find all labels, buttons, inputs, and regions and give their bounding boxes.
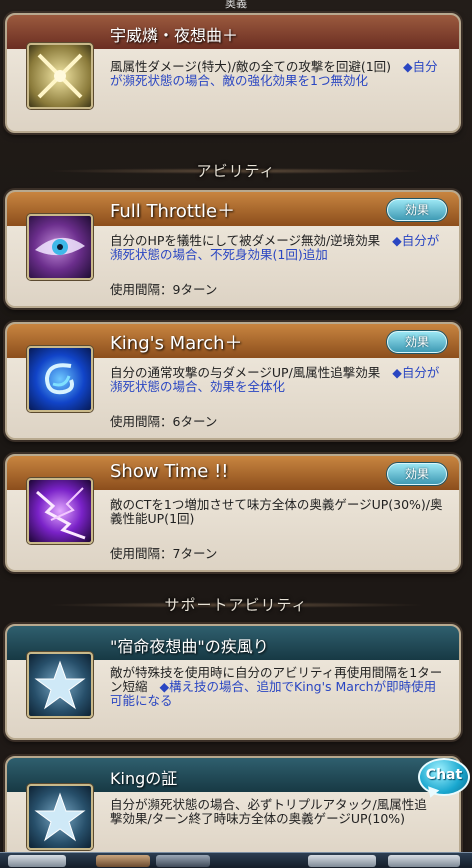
support-title: "宿命夜想曲"の疾風り [110,637,269,656]
top-section-label: 奥義 [225,0,247,10]
ability-description: 自分の通常攻撃の与ダメージUP/風属性追撃効果 ◆自分が瀕死状態の場合、効果を全… [110,366,445,394]
blue-swirl-icon [27,346,93,412]
effect-button[interactable]: 効果 [387,463,447,485]
bottom-nav-button[interactable] [388,855,460,867]
bottom-nav-avatar[interactable] [96,855,150,867]
support-description: 自分が瀕死状態の場合、必ずトリプルアタック/風属性追撃効果/ターン終了時味方全体… [110,798,429,826]
ability-title: Full Throttle＋ [110,201,236,222]
effect-button[interactable]: 効果 [387,199,447,221]
ougi-description: 風属性ダメージ(特大)/敵の全ての攻撃を回避(1回) ◆自分が瀕死状態の場合、敵… [110,60,445,88]
ability-description: 自分のHPを犠牲にして被ダメージ無効/逆境効果 ◆自分が瀕死状態の場合、不死身効… [110,234,445,262]
star-icon [27,784,93,850]
ougi-title: 宇威燐・夜想曲＋ [110,26,239,45]
bottom-nav-button[interactable] [308,855,376,867]
ability-desc-text: 自分の通常攻撃の与ダメージUP/風属性追撃効果 [110,365,381,380]
ougi-card[interactable]: 宇威燐・夜想曲＋ 風属性ダメージ(特大)/敵の全ての攻撃を回避(1回) ◆自分が… [5,13,461,133]
star-icon [27,652,93,718]
ability-card-kings-march[interactable]: King's March＋ 効果 自分の通常攻撃の与ダメージUP/風属性追撃効果… [5,322,461,440]
ability-section-label: アビリティ [196,161,276,180]
character-detail-page: 奥義 宇威燐・夜想曲＋ 風属性ダメージ(特大)/敵の全ての攻撃を回避(1回) ◆… [0,0,472,868]
ability-card-show-time[interactable]: Show Time !! 効果 敵のCTを1つ増加させて味方全体の奥義ゲージUP… [5,454,461,572]
ability-description: 敵のCTを1つ増加させて味方全体の奥義ゲージUP(30%)/奥義性能UP(1回) [110,498,445,526]
support-section-label: サポートアビリティ [164,595,308,614]
ougi-desc-text: 風属性ダメージ(特大)/敵の全ての攻撃を回避(1回) [110,59,392,74]
ability-desc-text: 自分のHPを犠牲にして被ダメージ無効/逆境効果 [110,233,381,248]
crossed-swords-icon [27,43,93,109]
support-section-header: サポートアビリティ [0,588,472,620]
ability-desc-text: 敵のCTを1つ増加させて味方全体の奥義ゲージUP(30%)/奥義性能UP(1回) [110,497,443,526]
chat-button[interactable]: Chat [418,758,470,800]
support-desc-highlight: ◆構え技の場合、追加でKing's Marchが即時使用可能になる [110,679,437,708]
support-card-1[interactable]: "宿命夜想曲"の疾風り 敵が特殊技を使用時に自分のアビリティ再使用間隔を1ターン… [5,624,461,740]
support-desc-text: 自分が瀕死状態の場合、必ずトリプルアタック/風属性追撃効果/ターン終了時味方全体… [110,797,427,826]
eye-icon [27,214,93,280]
purple-lightning-icon [27,478,93,544]
ability-cooldown: 使用間隔：6ターン [110,414,218,429]
ability-title: Show Time !! [110,461,229,482]
effect-button[interactable]: 効果 [387,331,447,353]
chat-button-label: Chat [425,767,463,783]
bottom-nav-bar [0,852,472,868]
support-description: 敵が特殊技を使用時に自分のアビリティ再使用間隔を1ターン短縮 ◆構え技の場合、追… [110,666,445,708]
bottom-nav-avatar[interactable] [156,855,210,867]
support-card-2[interactable]: Kingの証 自分が瀕死状態の場合、必ずトリプルアタック/風属性追撃効果/ターン… [5,756,461,864]
top-section-header: 奥義 [0,0,472,10]
ability-cooldown: 使用間隔：7ターン [110,546,218,561]
bottom-nav-button[interactable] [8,855,66,867]
support-title: Kingの証 [110,769,178,788]
ability-card-full-throttle[interactable]: Full Throttle＋ 効果 自分のHPを犠牲にして被ダメージ無効/逆境効… [5,190,461,308]
ability-cooldown: 使用間隔：9ターン [110,282,218,297]
ability-section-header: アビリティ [0,154,472,186]
ability-title: King's March＋ [110,333,243,354]
